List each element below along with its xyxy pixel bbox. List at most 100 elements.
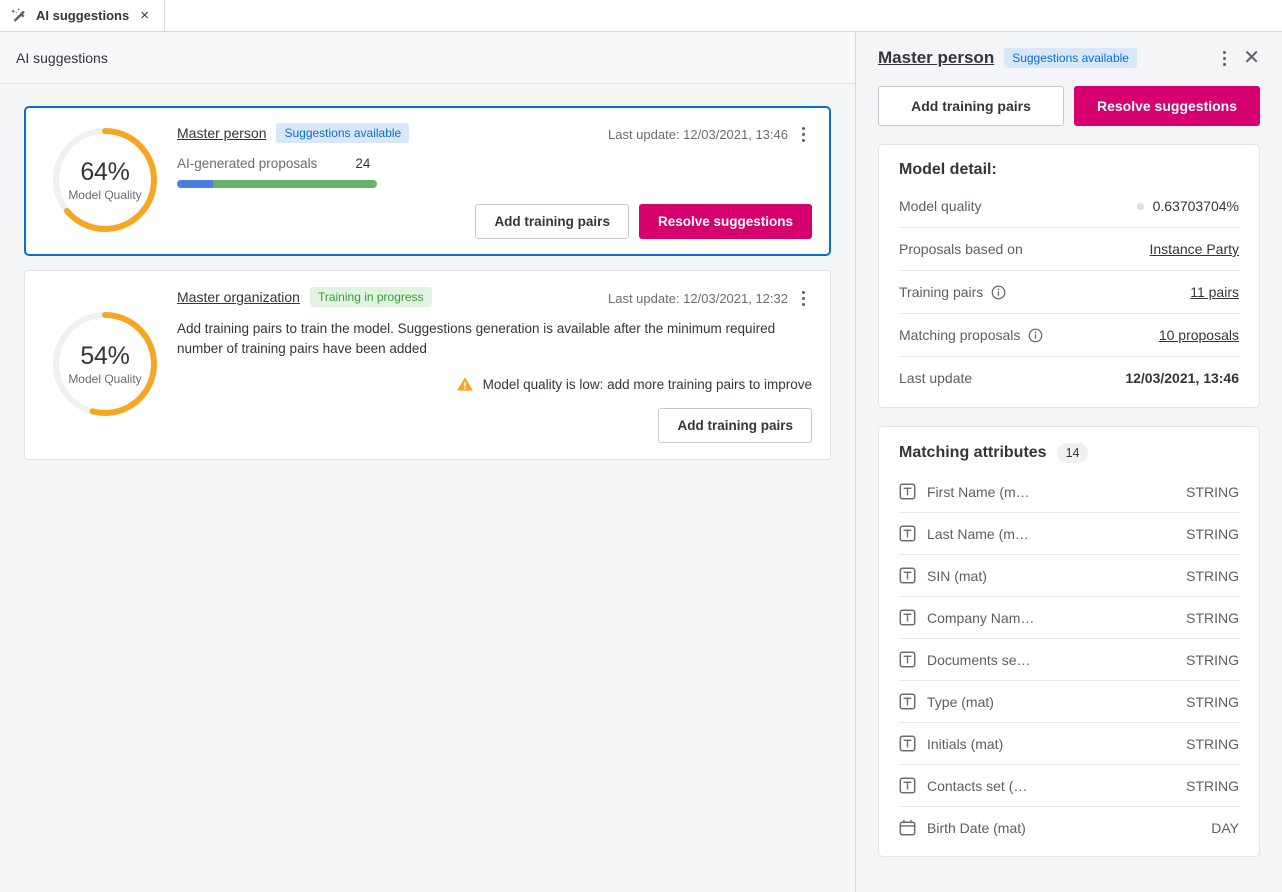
detail-value-link[interactable]: 10 proposals xyxy=(1159,327,1239,343)
detail-row-model-quality: Model quality 0.63703704% xyxy=(899,185,1239,228)
attribute-type: DAY xyxy=(1211,819,1239,836)
detail-row-last-update: Last update 12/03/2021, 13:46 xyxy=(899,357,1239,399)
card-main: Master organization Training in progress… xyxy=(167,285,812,444)
last-update-text: Last update: 12/03/2021, 13:46 xyxy=(608,126,788,142)
model-quality-donut: 54% Model Quality xyxy=(50,309,160,419)
card-button-row: Add training pairs Resolve suggestions xyxy=(177,188,812,239)
attribute-row[interactable]: Documents se… STRING xyxy=(899,639,1239,681)
model-quality-donut: 64% Model Quality xyxy=(50,125,160,235)
attribute-name: First Name (m… xyxy=(927,483,1030,500)
detail-value-text: 0.63703704% xyxy=(1152,198,1239,214)
detail-label: Matching proposals xyxy=(899,327,1043,343)
tab-close-icon[interactable]: × xyxy=(137,6,152,25)
model-quality-percent: 54% xyxy=(80,342,130,371)
card-title-link[interactable]: Master organization xyxy=(177,289,300,305)
low-quality-warning: Model quality is low: add more training … xyxy=(177,376,812,392)
details-title-link[interactable]: Master person xyxy=(878,48,994,68)
attribute-name: Documents se… xyxy=(927,651,1031,668)
model-quality-percent: 64% xyxy=(80,158,130,186)
attribute-name: Birth Date (mat) xyxy=(927,819,1026,836)
model-quality-caption: Model Quality xyxy=(68,372,142,387)
attribute-type: STRING xyxy=(1186,483,1239,500)
workspace: AI suggestions 64% Model Quality Master … xyxy=(0,32,1282,892)
text-type-icon xyxy=(899,735,916,752)
detail-value-link[interactable]: 11 pairs xyxy=(1190,284,1239,300)
add-training-pairs-button[interactable]: Add training pairs xyxy=(658,408,812,444)
proposals-label: AI-generated proposals xyxy=(177,156,318,171)
attribute-row[interactable]: First Name (m… STRING xyxy=(899,471,1239,513)
card-title-link[interactable]: Master person xyxy=(177,125,266,141)
text-type-icon xyxy=(899,609,916,626)
model-quality-caption: Model Quality xyxy=(68,188,142,202)
card-title-block: Master person Suggestions available xyxy=(177,121,410,143)
details-button-row: Add training pairs Resolve suggestions xyxy=(878,86,1260,126)
text-type-icon xyxy=(899,777,916,794)
add-training-pairs-button[interactable]: Add training pairs xyxy=(475,204,629,239)
attribute-row[interactable]: Contacts set (… STRING xyxy=(899,765,1239,807)
tab-ai-suggestions[interactable]: AI suggestions × xyxy=(0,0,165,31)
attribute-row[interactable]: SIN (mat) STRING xyxy=(899,555,1239,597)
magic-wand-icon xyxy=(11,7,25,22)
text-type-icon xyxy=(899,567,916,584)
detail-label-text: Training pairs xyxy=(899,284,984,300)
info-icon[interactable] xyxy=(1028,328,1043,343)
card-overflow-menu-icon[interactable] xyxy=(794,124,812,144)
attribute-type: STRING xyxy=(1186,777,1239,794)
attribute-type: STRING xyxy=(1186,609,1239,626)
card-button-row: Add training pairs xyxy=(177,392,812,444)
close-icon[interactable]: ✕ xyxy=(1243,48,1260,68)
card-main: Master person Suggestions available Last… xyxy=(167,121,812,239)
details-resolve-suggestions-button[interactable]: Resolve suggestions xyxy=(1074,86,1260,126)
card-title-block: Master organization Training in progress xyxy=(177,285,432,307)
progress-segment-blue xyxy=(177,180,213,188)
detail-row-proposals-based-on: Proposals based on Instance Party xyxy=(899,228,1239,271)
model-card-master-organization[interactable]: 54% Model Quality Master organization Tr… xyxy=(24,270,831,461)
matching-attributes-header: Matching attributes 14 xyxy=(899,443,1239,463)
attribute-row[interactable]: Initials (mat) STRING xyxy=(899,723,1239,765)
attribute-type: STRING xyxy=(1186,525,1239,542)
card-top-row: Master person Suggestions available Last… xyxy=(177,121,812,144)
attribute-row[interactable]: Company Nam… STRING xyxy=(899,597,1239,639)
cards-list: 64% Model Quality Master person Suggesti… xyxy=(0,84,855,892)
tab-label: AI suggestions xyxy=(36,8,130,23)
text-type-icon xyxy=(899,525,916,542)
warning-triangle-icon xyxy=(456,377,473,391)
details-title-row: Master person Suggestions available ✕ xyxy=(878,48,1260,68)
resolve-suggestions-button[interactable]: Resolve suggestions xyxy=(638,204,812,239)
details-panel: Master person Suggestions available ✕ Ad… xyxy=(856,32,1282,892)
attribute-row[interactable]: Last Name (m… STRING xyxy=(899,513,1239,555)
detail-value: 0.63703704% xyxy=(1136,198,1239,214)
attribute-type: STRING xyxy=(1186,567,1239,584)
text-type-icon xyxy=(899,483,916,500)
text-type-icon xyxy=(899,693,916,710)
model-detail-heading: Model detail: xyxy=(899,161,997,178)
detail-label: Training pairs xyxy=(899,284,1006,300)
attribute-name: Initials (mat) xyxy=(927,735,1004,752)
card-meta: Last update: 12/03/2021, 12:32 xyxy=(608,285,812,308)
matching-attributes-list: First Name (m… STRING Last Name (m… STRING S… xyxy=(899,471,1239,848)
details-add-training-pairs-button[interactable]: Add training pairs xyxy=(878,86,1064,126)
attribute-type: STRING xyxy=(1186,693,1239,710)
detail-value-link[interactable]: Instance Party xyxy=(1150,241,1240,257)
page-header: AI suggestions xyxy=(0,32,855,84)
card-description: Add training pairs to train the model. S… xyxy=(177,321,776,356)
matching-attributes-panel: Matching attributes 14 First Name (m… STR… xyxy=(878,426,1260,857)
status-badge: Training in progress xyxy=(309,287,432,307)
detail-row-training-pairs: Training pairs 11 pairs xyxy=(899,271,1239,314)
donut-wrap: 64% Model Quality xyxy=(43,121,167,239)
attribute-row[interactable]: Type (mat) STRING xyxy=(899,681,1239,723)
attribute-type: STRING xyxy=(1186,651,1239,668)
attribute-name: Contacts set (… xyxy=(927,777,1028,794)
left-pane: AI suggestions 64% Model Quality Master … xyxy=(0,32,856,892)
attribute-row[interactable]: Birth Date (mat) DAY xyxy=(899,807,1239,848)
matching-attributes-count: 14 xyxy=(1056,443,1089,463)
info-icon[interactable] xyxy=(991,285,1006,300)
tab-bar-empty-area xyxy=(164,0,1282,31)
model-card-master-person[interactable]: 64% Model Quality Master person Suggesti… xyxy=(24,106,831,256)
quality-status-dot-icon xyxy=(1136,202,1144,210)
calendar-icon xyxy=(899,819,916,836)
detail-label: Model quality xyxy=(899,198,982,214)
card-overflow-menu-icon[interactable] xyxy=(794,288,812,308)
attribute-name: SIN (mat) xyxy=(927,567,987,584)
details-overflow-menu-icon[interactable] xyxy=(1215,48,1233,68)
